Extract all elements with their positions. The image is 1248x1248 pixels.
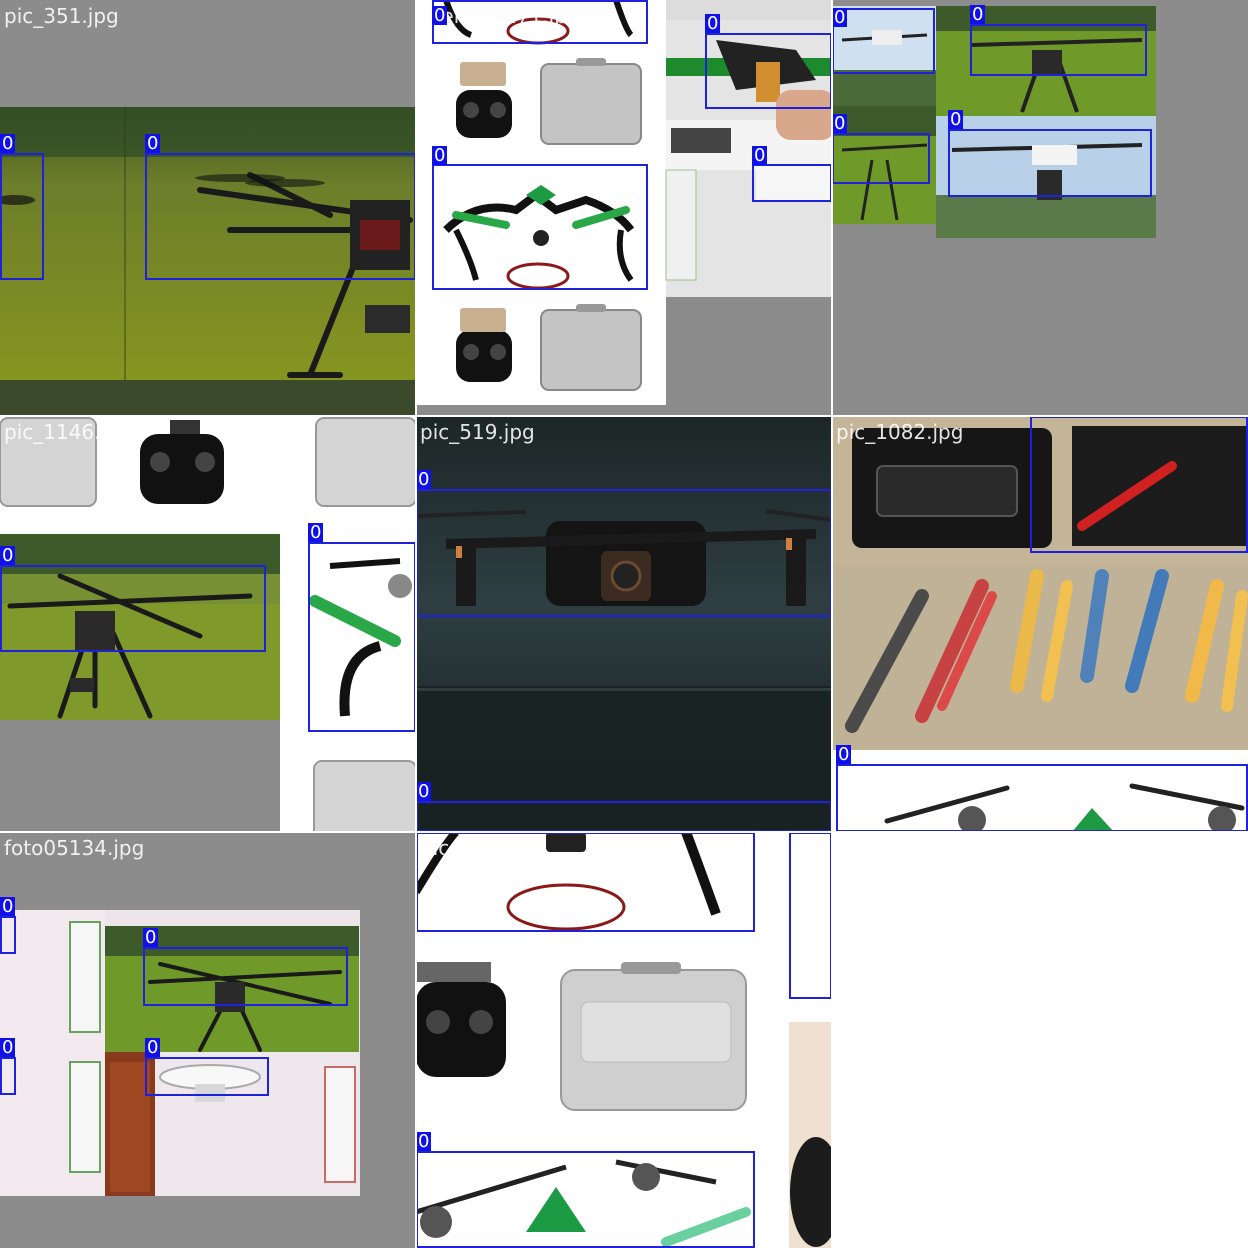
detection-class-label: 0 (0, 896, 16, 917)
tile-image (416, 416, 832, 832)
tile-pic-519: pic_519.jpg 0 0 (416, 416, 832, 832)
detection-class-label: 0 (832, 7, 848, 28)
tile-separator (0, 831, 1248, 833)
tile-image (0, 416, 416, 832)
tile-image (416, 0, 832, 416)
tile-pic-1146: pic_1146.jpg 0 0 (0, 416, 416, 832)
detection-class-label: 0 (432, 145, 448, 166)
detection-class-label: 0 (836, 744, 852, 765)
tile-pic-349: pic_349.jpg 0 0 0 (416, 832, 832, 1248)
tile-image (0, 832, 416, 1248)
detection-class-label: 0 (970, 4, 986, 25)
detection-class-label: 0 (948, 109, 964, 130)
detection-class-label: 0 (832, 113, 848, 134)
detection-class-label: 0 (416, 469, 432, 490)
tile-separator (415, 0, 417, 1248)
detection-class-label: 0 (0, 1037, 16, 1058)
tile-pic-1082: pic_1082.jpg 0 0 (832, 416, 1248, 832)
tile-pic-351: pic_351.jpg 0 0 (0, 0, 416, 416)
detection-class-label: 0 (416, 781, 432, 802)
tile-scene00271: scene00271.jpg 0 0 0 0 (416, 0, 832, 416)
tile-image (832, 416, 1248, 832)
detection-class-label: 0 (432, 5, 448, 26)
detection-class-label: 0 (0, 133, 16, 154)
detection-class-label: 0 (308, 522, 324, 543)
tile-image (832, 0, 1248, 416)
detection-class-label: 0 (145, 1037, 161, 1058)
tile-image (416, 832, 832, 1248)
detection-class-label: 0 (145, 133, 161, 154)
tile-upper-right-collage: 0 0 0 0 (832, 0, 1248, 416)
tile-image (0, 0, 416, 416)
tile-separator (831, 0, 833, 1248)
detection-class-label: 0 (143, 927, 159, 948)
detection-class-label: 0 (0, 545, 16, 566)
detection-batch-mosaic: pic_351.jpg 0 0 scene00271.jpg 0 0 0 0 p… (0, 0, 1248, 1248)
detection-class-label: 0 (416, 1131, 432, 1152)
detection-class-label: 0 (705, 13, 721, 34)
tile-separator (0, 415, 1248, 417)
tile-foto05134: foto05134.jpg 0 0 0 0 (0, 832, 416, 1248)
detection-class-label: 0 (752, 145, 768, 166)
